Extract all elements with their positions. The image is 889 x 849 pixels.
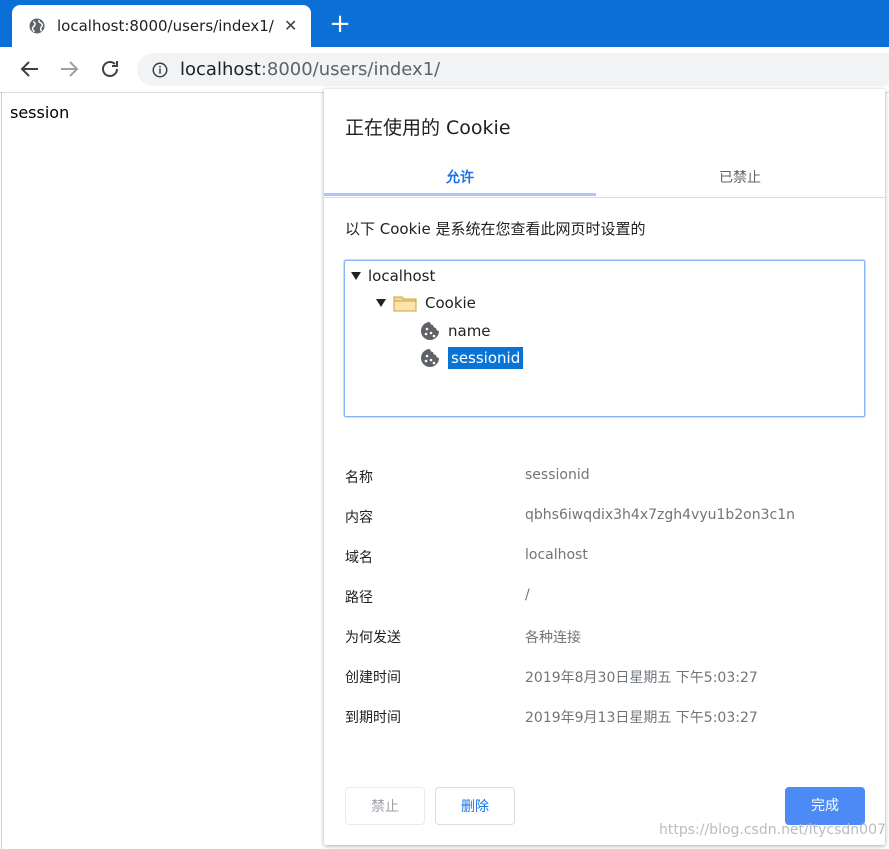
tab-blocked[interactable]: 已禁止 bbox=[604, 160, 876, 197]
folder-icon bbox=[393, 296, 417, 312]
cookies-dialog: 正在使用的 Cookie 允许 已禁止 以下 Cookie 是系统在您查看此网页… bbox=[324, 89, 885, 845]
tab-title: localhost:8000/users/index1/ bbox=[57, 17, 274, 35]
block-button[interactable]: 禁止 bbox=[345, 787, 425, 825]
detail-label: 为何发送 bbox=[345, 630, 401, 646]
url-host: localhost bbox=[180, 59, 261, 80]
detail-label: 创建时间 bbox=[345, 670, 401, 686]
tree-item-folder[interactable]: Cookie bbox=[376, 291, 476, 315]
detail-label: 内容 bbox=[345, 510, 373, 526]
tree-item-label: sessionid bbox=[448, 347, 524, 369]
page-edge-line bbox=[1, 92, 2, 849]
url-text: localhost:8000/users/index1/ bbox=[180, 59, 440, 80]
tree-item-cookie-selected[interactable]: sessionid bbox=[420, 346, 524, 370]
done-button[interactable]: 完成 bbox=[785, 787, 865, 825]
detail-label: 到期时间 bbox=[345, 710, 401, 726]
delete-button[interactable]: 删除 bbox=[435, 787, 515, 825]
globe-icon bbox=[29, 18, 45, 34]
cookie-tree[interactable]: localhost Cookie name sessionid bbox=[344, 260, 865, 417]
cookie-details: 名称 sessionid 内容 qbhs6iwqdix3h4x7zgh4vyu1… bbox=[345, 460, 865, 740]
detail-label: 名称 bbox=[345, 470, 373, 486]
detail-value: qbhs6iwqdix3h4x7zgh4vyu1b2on3c1n bbox=[525, 507, 795, 523]
reload-icon[interactable] bbox=[98, 57, 122, 81]
dialog-subtitle: 以下 Cookie 是系统在您查看此网页时设置的 bbox=[345, 220, 646, 238]
dialog-tabs: 允许 已禁止 bbox=[324, 160, 885, 198]
tab-close-button[interactable]: ✕ bbox=[284, 17, 297, 35]
detail-row: 内容 qbhs6iwqdix3h4x7zgh4vyu1b2on3c1n bbox=[345, 500, 865, 540]
detail-value: 各种连接 bbox=[525, 630, 581, 646]
detail-value: / bbox=[525, 587, 530, 603]
detail-value: sessionid bbox=[525, 467, 590, 483]
new-tab-button[interactable]: + bbox=[328, 11, 352, 37]
detail-value: localhost bbox=[525, 547, 588, 563]
detail-row: 为何发送 各种连接 bbox=[345, 620, 865, 660]
expand-triangle-icon[interactable] bbox=[376, 299, 386, 307]
cookie-icon bbox=[421, 322, 439, 340]
back-arrow-icon[interactable] bbox=[18, 57, 42, 81]
tab-allowed[interactable]: 允许 bbox=[324, 160, 596, 197]
detail-row: 到期时间 2019年9月13日星期五 下午5:03:27 bbox=[345, 700, 865, 740]
browser-tab[interactable]: localhost:8000/users/index1/ ✕ bbox=[12, 5, 311, 47]
dialog-title: 正在使用的 Cookie bbox=[345, 117, 511, 139]
browser-toolbar: localhost:8000/users/index1/ bbox=[0, 47, 889, 93]
tab-strip: localhost:8000/users/index1/ ✕ + bbox=[0, 0, 889, 47]
detail-row: 路径 / bbox=[345, 580, 865, 620]
active-tab-indicator bbox=[324, 193, 596, 196]
tree-item-label: name bbox=[448, 322, 491, 340]
detail-label: 路径 bbox=[345, 590, 373, 606]
url-path: :8000/users/index1/ bbox=[260, 59, 441, 80]
expand-triangle-icon[interactable] bbox=[351, 272, 361, 280]
tree-item-cookie[interactable]: name bbox=[420, 319, 491, 343]
watermark: https://blog.csdn.net/ltycsdn007 bbox=[659, 822, 886, 838]
detail-value: 2019年9月13日星期五 下午5:03:27 bbox=[525, 710, 758, 726]
address-bar[interactable]: localhost:8000/users/index1/ bbox=[137, 53, 889, 86]
detail-value: 2019年8月30日星期五 下午5:03:27 bbox=[525, 670, 758, 686]
tree-item-site[interactable]: localhost bbox=[351, 264, 435, 288]
detail-row: 域名 localhost bbox=[345, 540, 865, 580]
tree-item-label: localhost bbox=[368, 267, 436, 285]
detail-row: 创建时间 2019年8月30日星期五 下午5:03:27 bbox=[345, 660, 865, 700]
detail-label: 域名 bbox=[345, 550, 373, 566]
tree-item-label: Cookie bbox=[425, 294, 476, 312]
info-icon[interactable] bbox=[151, 61, 169, 79]
forward-arrow-icon[interactable] bbox=[57, 57, 81, 81]
detail-row: 名称 sessionid bbox=[345, 460, 865, 500]
cookie-icon bbox=[421, 349, 439, 367]
page-body-text: session bbox=[10, 103, 70, 122]
